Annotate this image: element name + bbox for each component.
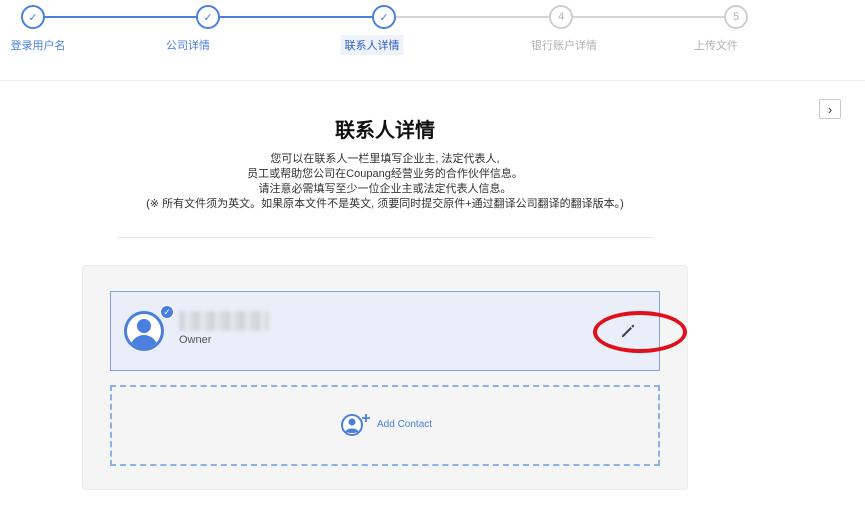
- description-line-2: 员工或帮助您公司在Coupang经营业务的合作伙伴信息。: [247, 168, 523, 180]
- step-3-label[interactable]: 联系人详情: [340, 35, 404, 55]
- progress-stepper: ✓ ✓ ✓ 4 5 登录用户名 公司详情 联系人详情 银行账户详情 上传文件: [0, 0, 865, 80]
- step-1-label[interactable]: 登录用户名: [11, 37, 66, 53]
- description-line-1: 您可以在联系人一栏里填写企业主, 法定代表人,: [270, 153, 500, 165]
- description-line-3: 请注意必需填写至少一位企业主或法定代表人信息。: [258, 183, 512, 195]
- step-4-number: 4: [549, 5, 573, 29]
- step-4-label: 银行账户详情: [531, 40, 597, 52]
- check-badge-icon: ✓: [160, 305, 174, 319]
- step-2-label[interactable]: 公司详情: [166, 37, 210, 53]
- step-3-check-icon: ✓: [372, 5, 396, 29]
- add-user-icon: [341, 414, 370, 436]
- side-panel-toggle-button[interactable]: ›: [819, 99, 841, 119]
- description-line-4: (※ 所有文件须为英文。如果原本文件不是英文, 须要同时提交原件+通过翻译公司翻…: [146, 198, 624, 210]
- contact-name-redacted: [179, 311, 269, 331]
- contact-role: Owner: [179, 334, 212, 346]
- page-title: 联系人详情: [335, 120, 435, 142]
- stepper-divider: [0, 80, 865, 81]
- step-2-check-icon: ✓: [196, 5, 220, 29]
- header-divider: [117, 237, 653, 238]
- step-1-check-icon: ✓: [21, 5, 45, 29]
- step-5-number: 5: [724, 5, 748, 29]
- step-5-label: 上传文件: [694, 40, 738, 52]
- highlight-annotation-circle: [593, 311, 687, 353]
- add-contact-label[interactable]: Add Contact: [377, 419, 432, 430]
- chevron-right-icon: ›: [827, 101, 833, 117]
- user-avatar-icon: [124, 311, 164, 351]
- contact-card-owner[interactable]: [110, 291, 660, 371]
